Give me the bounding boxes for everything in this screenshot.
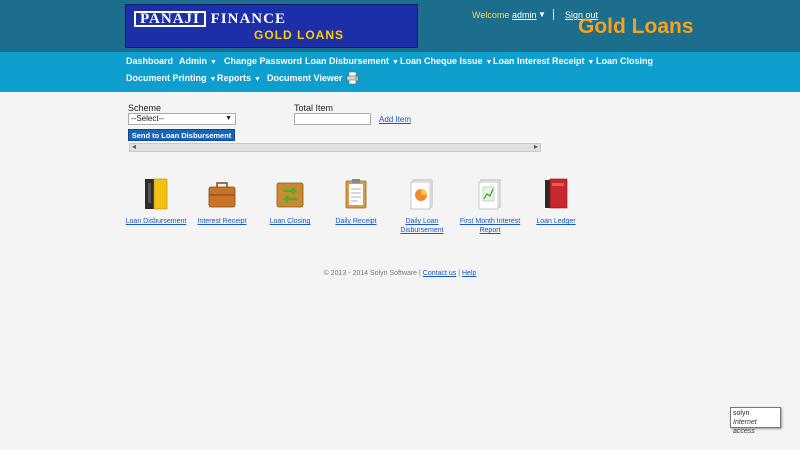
nav-reports[interactable]: Reports ▼ xyxy=(217,73,261,83)
scheme-select[interactable]: --Select-- ▼ xyxy=(128,113,236,125)
tile-label[interactable]: Loan Disbursement xyxy=(120,217,192,226)
scroll-left-icon[interactable]: ◂ xyxy=(132,142,136,151)
user-menu[interactable]: admin xyxy=(512,10,537,20)
app-brand-title: Gold Loans xyxy=(578,15,694,38)
chevron-down-icon: ▼ xyxy=(225,115,232,122)
badge-line2: Internet access xyxy=(733,419,757,435)
add-item-link[interactable]: Add Item xyxy=(379,115,411,124)
tile-label[interactable]: First Month Interest Report xyxy=(454,217,526,235)
nav-document-printing[interactable]: Document Printing ▼ xyxy=(126,73,216,83)
internet-access-badge: solyn Internet access xyxy=(730,407,781,435)
chart-report-icon xyxy=(478,179,501,210)
clipboard-icon xyxy=(345,179,367,209)
nav-loan-disbursement[interactable]: Loan Disbursement ▼ xyxy=(305,56,399,66)
tile-label[interactable]: Loan Closing xyxy=(254,217,326,226)
main-navigation: Dashboard Admin ▼ Change Password Loan Di… xyxy=(0,52,800,92)
tile-label[interactable]: Daily Receipt xyxy=(320,217,392,226)
tile-label[interactable]: Interest Receipt xyxy=(186,217,258,226)
binder-icon xyxy=(145,178,168,210)
chevron-down-icon: ▼ xyxy=(587,59,595,66)
logo-text-panaji: PANAJI xyxy=(134,11,206,27)
nav-document-viewer[interactable]: Document Viewer xyxy=(267,73,342,83)
nav-admin[interactable]: Admin ▼ xyxy=(179,56,217,66)
tile-label[interactable]: Loan Ledger xyxy=(520,217,592,226)
chevron-down-icon: ▼ xyxy=(210,59,217,66)
pie-report-icon xyxy=(410,179,433,210)
welcome-label: Welcome xyxy=(472,10,510,20)
badge-line1: solyn xyxy=(733,410,750,417)
box-arrows-icon xyxy=(276,182,304,208)
chevron-down-icon: ▼ xyxy=(392,59,399,66)
page-footer: © 2013 - 2014 Solyn Software | Contact u… xyxy=(0,270,800,277)
printer-icon[interactable] xyxy=(346,71,359,85)
books-icon xyxy=(545,178,568,209)
copyright-text: © 2013 - 2014 Solyn Software | xyxy=(323,270,421,277)
logo-text-gold-loans: GOLD LOANS xyxy=(254,28,344,42)
tile-loan-closing[interactable]: Loan Closing xyxy=(254,177,326,226)
send-to-loan-disbursement-button[interactable]: Send to Loan Disbursement xyxy=(128,129,235,141)
tile-loan-disbursement[interactable]: Loan Disbursement xyxy=(120,177,192,226)
tile-first-month-interest-report[interactable]: First Month Interest Report xyxy=(454,177,526,235)
nav-change-password[interactable]: Change Password xyxy=(224,56,302,66)
company-logo: PANAJI FINANCE GOLD LOANS xyxy=(125,4,418,48)
scroll-right-icon[interactable]: ▸ xyxy=(534,142,538,151)
chevron-down-icon[interactable]: ▼ xyxy=(538,10,546,19)
logo-text-finance: FINANCE xyxy=(210,11,286,27)
nav-dashboard[interactable]: Dashboard xyxy=(126,56,173,66)
nav-loan-closing[interactable]: Loan Closing xyxy=(596,56,653,66)
top-header: PANAJI FINANCE GOLD LOANS Welcome admin … xyxy=(0,0,800,52)
help-link[interactable]: Help xyxy=(462,270,476,277)
chevron-down-icon: ▼ xyxy=(254,76,261,83)
tile-loan-ledger[interactable]: Loan Ledger xyxy=(520,177,592,226)
nav-loan-interest-receipt[interactable]: Loan Interest Receipt ▼ xyxy=(493,56,594,66)
tile-daily-receipt[interactable]: Daily Receipt xyxy=(320,177,392,226)
footer-divider: | xyxy=(458,270,461,277)
scheme-label: Scheme xyxy=(128,103,162,113)
chevron-down-icon: ▼ xyxy=(209,76,217,83)
tile-daily-loan-disbursement[interactable]: Daily Loan Disbursement xyxy=(386,177,458,235)
chevron-down-icon: ▼ xyxy=(485,59,493,66)
horizontal-scrollbar[interactable]: ◂ ▸ xyxy=(129,142,541,152)
nav-loan-cheque-issue[interactable]: Loan Cheque Issue ▼ xyxy=(400,56,492,66)
tile-label[interactable]: Daily Loan Disbursement xyxy=(386,217,458,235)
header-divider xyxy=(553,9,554,20)
contact-us-link[interactable]: Contact us xyxy=(423,270,456,277)
total-item-input[interactable] xyxy=(294,113,371,125)
total-item-label: Total Item xyxy=(294,103,334,113)
tile-interest-receipt[interactable]: Interest Receipt xyxy=(186,177,258,226)
briefcase-icon xyxy=(208,182,236,208)
